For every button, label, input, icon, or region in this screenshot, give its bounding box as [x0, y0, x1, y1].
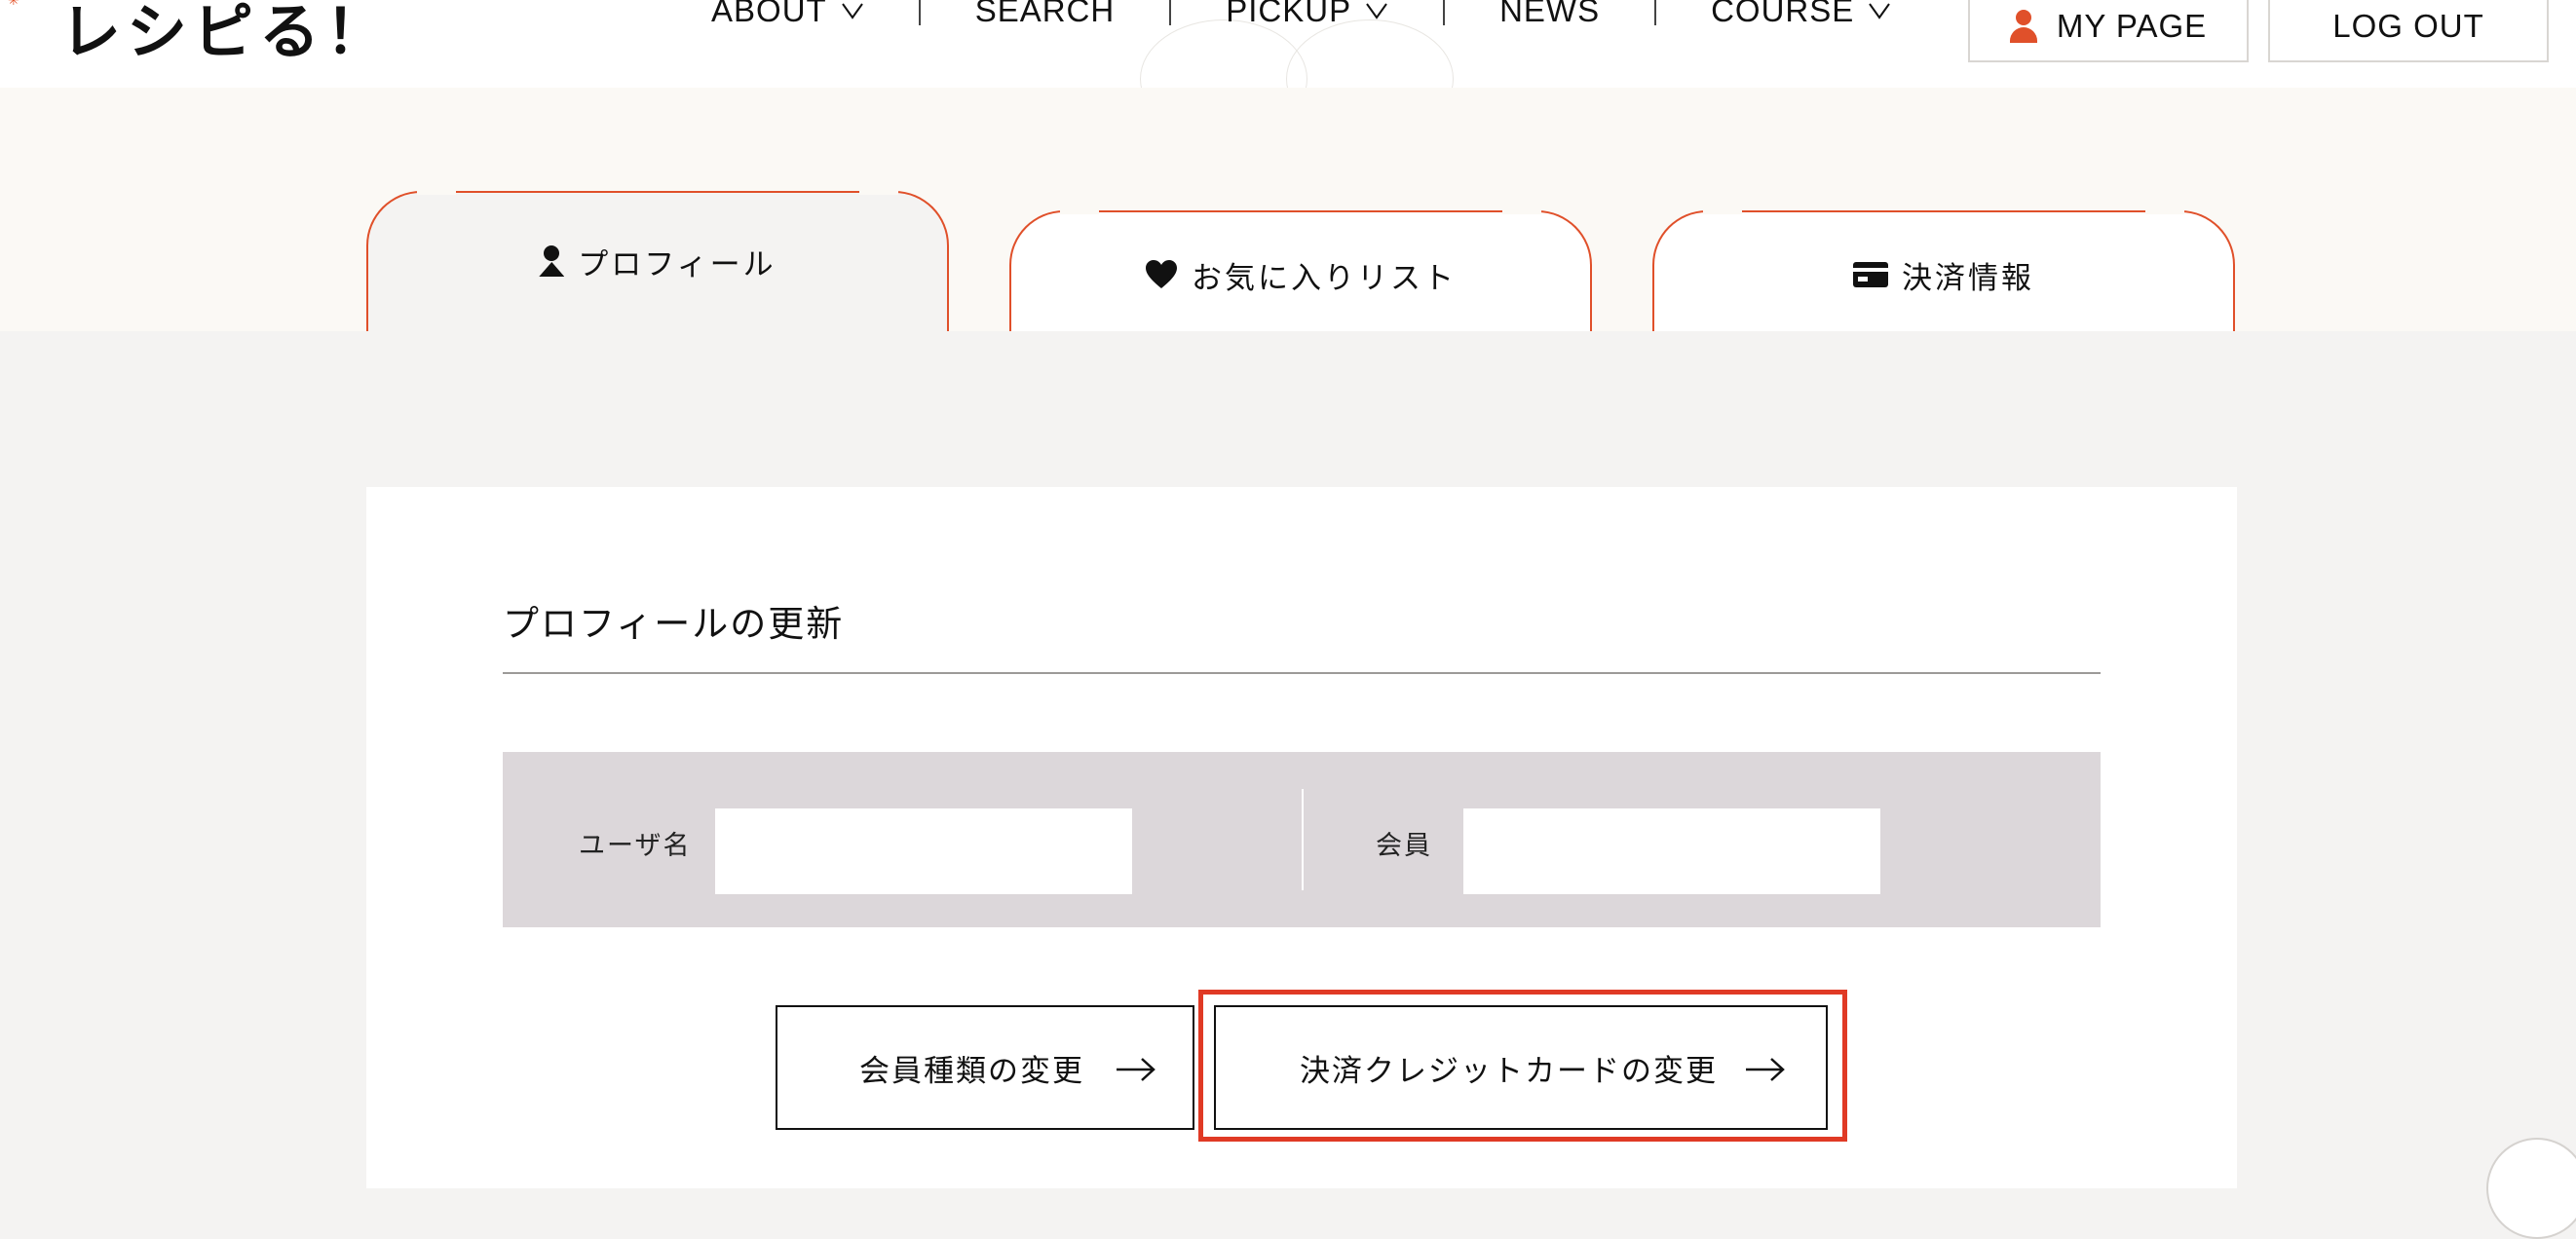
mypage-label: MY PAGE	[2056, 8, 2208, 44]
nav-news-label: NEWS	[1499, 0, 1601, 28]
site-logo[interactable]: レシピる！	[60, 0, 392, 76]
card-icon	[1853, 262, 1888, 287]
tab-profile[interactable]: プロフィール	[366, 191, 949, 331]
profile-form-panel: ユーザ名 会員	[503, 752, 2101, 927]
nav-about-label: ABOUT	[711, 0, 827, 28]
change-plan-button[interactable]: 会員種類の変更	[776, 1005, 1194, 1130]
chevron-down-icon	[841, 0, 864, 26]
tab-payment[interactable]: 決済情報	[1652, 210, 2235, 331]
nav-divider	[1654, 0, 1657, 25]
chevron-down-icon	[1365, 0, 1388, 26]
logout-label: LOG OUT	[2332, 8, 2484, 44]
logout-button[interactable]: LOG OUT	[2268, 0, 2549, 62]
nav-divider	[1169, 0, 1172, 25]
chevron-down-icon	[1868, 0, 1891, 26]
nav-course[interactable]: COURSE	[1711, 0, 1891, 29]
username-input[interactable]	[715, 808, 1132, 894]
heart-icon	[1146, 260, 1177, 288]
member-label: 会員	[1376, 831, 1432, 861]
nav-search[interactable]: SEARCH	[975, 0, 1116, 29]
scroll-top-button[interactable]	[2486, 1138, 2576, 1239]
main-nav: ABOUT SEARCH PICKUP NEWS COURSE	[711, 0, 1891, 35]
field-divider	[1302, 789, 1304, 890]
change-credit-card-label: 決済クレジットカードの変更	[1300, 1053, 1718, 1089]
logo-mark-icon: ✳	[8, 0, 19, 9]
nav-news[interactable]: NEWS	[1499, 0, 1600, 29]
nav-search-label: SEARCH	[974, 0, 1116, 28]
person-icon	[539, 245, 565, 277]
nav-pickup[interactable]: PICKUP	[1226, 0, 1388, 29]
arrow-right-icon	[1117, 1058, 1155, 1081]
change-credit-card-button[interactable]: 決済クレジットカードの変更	[1214, 1005, 1828, 1130]
nav-divider	[918, 0, 921, 25]
nav-about[interactable]: ABOUT	[711, 0, 864, 29]
mypage-button[interactable]: MY PAGE	[1968, 0, 2249, 62]
tab-favorites[interactable]: お気に入りリスト	[1009, 210, 1592, 331]
site-header: ✳ レシピる！ ABOUT SEARCH PICKUP NEWS COURSE	[0, 0, 2576, 138]
person-icon	[2009, 10, 2037, 43]
section-title: プロフィールの更新	[503, 603, 845, 645]
profile-card: プロフィールの更新 ユーザ名 会員 会員種類の変更 決済クレジットカードの変更	[366, 487, 2237, 1188]
nav-course-label: COURSE	[1711, 0, 1855, 28]
member-input[interactable]	[1463, 808, 1880, 894]
title-divider	[503, 672, 2101, 674]
tab-payment-label: 決済情報	[1902, 260, 2034, 296]
arrow-right-icon	[1746, 1058, 1785, 1081]
username-label: ユーザ名	[579, 831, 692, 861]
tab-favorites-label: お気に入りリスト	[1192, 260, 1457, 296]
tab-profile-label: プロフィール	[578, 246, 777, 282]
nav-divider	[1443, 0, 1446, 25]
nav-pickup-label: PICKUP	[1226, 0, 1352, 28]
change-plan-label: 会員種類の変更	[859, 1053, 1084, 1089]
